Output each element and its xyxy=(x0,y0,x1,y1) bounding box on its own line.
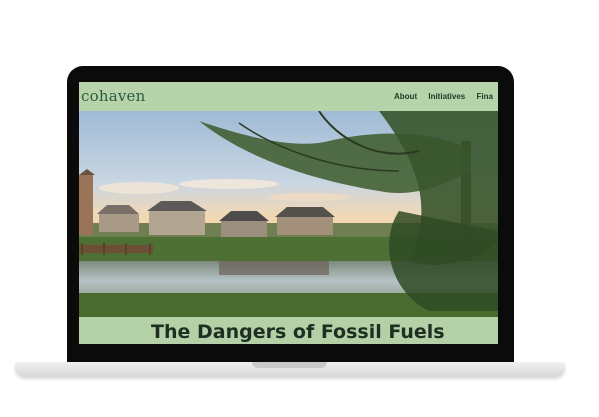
nav-item-about[interactable]: About xyxy=(394,92,417,101)
hero-image xyxy=(79,111,498,317)
nav-item-finance[interactable]: Fina xyxy=(476,92,492,101)
site-header: cohaven About Initiatives Fina xyxy=(79,82,498,111)
site-logo[interactable]: cohaven xyxy=(81,87,145,105)
laptop-notch xyxy=(252,362,327,368)
page-title: The Dangers of Fossil Fuels xyxy=(151,321,445,343)
main-nav: About Initiatives Fina xyxy=(394,92,498,101)
pond-landscape-photo xyxy=(79,111,498,317)
laptop-mockup: cohaven About Initiatives Fina The Dange… xyxy=(0,0,599,417)
laptop-screen: cohaven About Initiatives Fina The Dange… xyxy=(79,82,498,344)
nav-item-initiatives[interactable]: Initiatives xyxy=(428,92,465,101)
